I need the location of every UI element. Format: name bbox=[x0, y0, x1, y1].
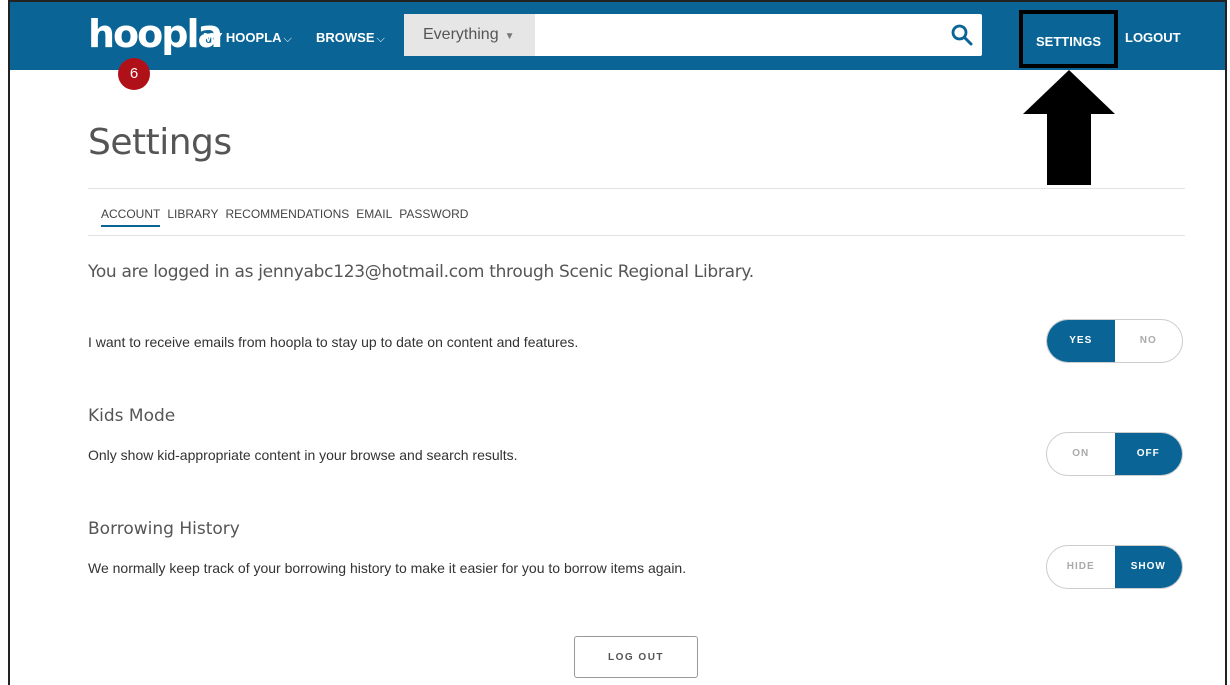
email-preference-toggle[interactable]: YES NO bbox=[1046, 319, 1183, 363]
search-input[interactable] bbox=[535, 14, 945, 56]
tab-recommendations[interactable]: RECOMMENDATIONS bbox=[225, 207, 349, 221]
search-bar: Everything ▼ bbox=[404, 14, 982, 56]
tab-account[interactable]: ACCOUNT bbox=[101, 207, 161, 227]
toggle-option-yes[interactable]: YES bbox=[1047, 320, 1115, 362]
toggle-option-on[interactable]: ON bbox=[1047, 433, 1115, 475]
log-out-button[interactable]: LOG OUT bbox=[574, 636, 698, 678]
tab-library[interactable]: LIBRARY bbox=[167, 207, 218, 221]
login-status-text: You are logged in as jennyabc123@hotmail… bbox=[88, 262, 754, 282]
chevron-down-icon: ⌵ bbox=[376, 33, 385, 45]
settings-button[interactable]: SETTINGS bbox=[1019, 10, 1118, 68]
borrowing-history-text: We normally keep track of your borrowing… bbox=[88, 560, 687, 576]
toggle-option-hide[interactable]: HIDE bbox=[1047, 546, 1115, 588]
browse-menu[interactable]: BROWSE ⌵ bbox=[316, 30, 385, 46]
search-filter-dropdown[interactable]: Everything ▼ bbox=[404, 14, 535, 56]
search-filter-value: Everything bbox=[423, 26, 499, 43]
annotation-arrow-icon bbox=[1023, 70, 1115, 185]
toggle-option-off[interactable]: OFF bbox=[1114, 433, 1182, 475]
hoopla-logo[interactable]: hoopla bbox=[88, 14, 223, 54]
chevron-down-icon: ⌵ bbox=[283, 33, 292, 45]
caret-down-icon: ▼ bbox=[504, 31, 515, 42]
tab-email[interactable]: EMAIL bbox=[356, 207, 392, 221]
kids-mode-text: Only show kid-appropriate content in you… bbox=[88, 447, 518, 463]
my-hoopla-menu[interactable]: MY HOOPLA ⌵ bbox=[203, 30, 292, 46]
tab-password[interactable]: PASSWORD bbox=[399, 207, 468, 221]
logout-link[interactable]: LOGOUT bbox=[1125, 30, 1181, 45]
borrowing-history-title: Borrowing History bbox=[88, 519, 240, 539]
divider bbox=[88, 188, 1185, 189]
settings-label: SETTINGS bbox=[1035, 34, 1101, 49]
email-preference-text: I want to receive emails from hoopla to … bbox=[88, 334, 579, 350]
kids-mode-toggle[interactable]: ON OFF bbox=[1046, 432, 1183, 476]
kids-mode-title: Kids Mode bbox=[88, 406, 176, 426]
my-hoopla-label: MY HOOPLA bbox=[203, 30, 282, 45]
notification-badge: 6 bbox=[118, 58, 150, 90]
toggle-option-show[interactable]: SHOW bbox=[1114, 546, 1182, 588]
browse-label: BROWSE bbox=[316, 30, 375, 45]
borrowing-history-toggle[interactable]: HIDE SHOW bbox=[1046, 545, 1183, 589]
search-icon[interactable] bbox=[950, 23, 974, 47]
toggle-option-no[interactable]: NO bbox=[1115, 320, 1183, 362]
settings-tabs: ACCOUNT LIBRARY RECOMMENDATIONS EMAIL PASSWO… bbox=[101, 207, 475, 227]
page-title: Settings bbox=[88, 122, 232, 163]
divider bbox=[88, 235, 1185, 236]
